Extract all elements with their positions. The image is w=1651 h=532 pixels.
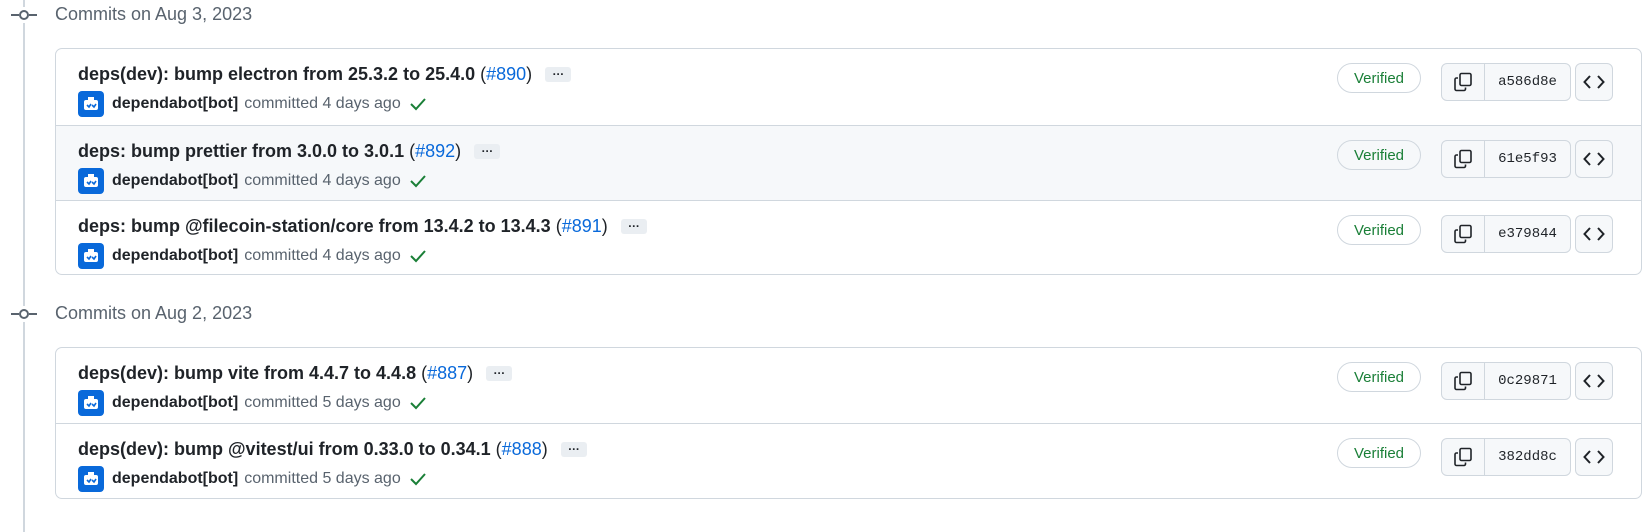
dependabot-avatar-icon[interactable]: [78, 168, 104, 194]
verified-badge[interactable]: Verified: [1337, 140, 1421, 170]
verified-badge[interactable]: Verified: [1337, 362, 1421, 392]
copy-icon[interactable]: [1442, 439, 1485, 475]
commit-sha-link[interactable]: 61e5f93: [1485, 141, 1570, 177]
commit-title-link[interactable]: deps: bump prettier from 3.0.0 to 3.0.1: [78, 141, 404, 162]
commit-row: deps: bump @filecoin-station/core from 1…: [56, 200, 1641, 274]
commit-meta: dependabot[bot] committed 4 days ago: [78, 168, 427, 194]
commit-message[interactable]: deps: bump @filecoin-station/core from 1…: [78, 216, 647, 237]
commit-row: deps(dev): bump vite from 4.4.7 to 4.4.8…: [56, 348, 1641, 423]
code-icon[interactable]: [1575, 140, 1613, 178]
copy-icon[interactable]: [1442, 64, 1485, 100]
commit-title-link[interactable]: deps(dev): bump electron from 25.3.2 to …: [78, 64, 475, 85]
commit-sha-link[interactable]: e379844: [1485, 216, 1570, 252]
check-icon[interactable]: [409, 174, 427, 188]
commit-meta: dependabot[bot] committed 4 days ago: [78, 91, 427, 117]
sha-button-group: 0c29871: [1441, 362, 1571, 400]
commit-time: committed 5 days ago: [244, 470, 401, 487]
commit-list: deps(dev): bump electron from 25.3.2 to …: [55, 48, 1642, 275]
copy-icon[interactable]: [1442, 141, 1485, 177]
commit-sha-link[interactable]: 0c29871: [1485, 363, 1570, 399]
dependabot-avatar-icon[interactable]: [78, 466, 104, 492]
paren: ): [526, 64, 533, 84]
commit-message[interactable]: deps(dev): bump @vitest/ui from 0.33.0 t…: [78, 439, 587, 460]
sha-button-group: 382dd8c: [1441, 438, 1571, 476]
group-date-title: Commits on Aug 3, 2023: [55, 4, 253, 24]
commit-row: deps(dev): bump @vitest/ui from 0.33.0 t…: [56, 423, 1641, 498]
pr-link[interactable]: #891: [562, 216, 602, 237]
code-icon[interactable]: [1575, 438, 1613, 476]
commit-time: committed 4 days ago: [244, 95, 401, 112]
copy-icon[interactable]: [1442, 363, 1485, 399]
commit-title-link[interactable]: deps(dev): bump vite from 4.4.7 to 4.4.8: [78, 363, 416, 384]
sha-button-group: a586d8e: [1441, 63, 1571, 101]
pr-link[interactable]: #888: [502, 439, 542, 460]
dependabot-avatar-icon[interactable]: [78, 390, 104, 416]
paren: ): [541, 439, 548, 459]
commit-meta: dependabot[bot] committed 5 days ago: [78, 466, 427, 492]
commit-message[interactable]: deps(dev): bump vite from 4.4.7 to 4.4.8…: [78, 363, 513, 384]
sha-button-group: e379844: [1441, 215, 1571, 253]
commit-title-link[interactable]: deps: bump @filecoin-station/core from 1…: [78, 216, 551, 237]
dependabot-avatar-icon[interactable]: [78, 243, 104, 269]
verified-badge[interactable]: Verified: [1337, 215, 1421, 245]
paren: ): [601, 216, 608, 236]
commit-message[interactable]: deps: bump prettier from 3.0.0 to 3.0.1 …: [78, 141, 501, 162]
commit-time: committed 4 days ago: [244, 172, 401, 189]
expand-message-button[interactable]: …: [560, 440, 587, 457]
commit-meta: dependabot[bot] committed 4 days ago: [78, 243, 427, 269]
pr-link[interactable]: #892: [415, 141, 455, 162]
group-date-title: Commits on Aug 2, 2023: [55, 303, 253, 323]
git-commit-icon: [11, 7, 37, 23]
commit-list: deps(dev): bump vite from 4.4.7 to 4.4.8…: [55, 347, 1642, 499]
commit-row: deps: bump prettier from 3.0.0 to 3.0.1 …: [56, 125, 1641, 200]
commit-sha-link[interactable]: 382dd8c: [1485, 439, 1570, 475]
verified-badge[interactable]: Verified: [1337, 63, 1421, 93]
commit-sha-link[interactable]: a586d8e: [1485, 64, 1570, 100]
expand-message-button[interactable]: …: [486, 364, 513, 381]
commit-title-link[interactable]: deps(dev): bump @vitest/ui from 0.33.0 t…: [78, 439, 491, 460]
expand-message-button[interactable]: …: [620, 217, 647, 234]
pr-link[interactable]: #890: [486, 64, 526, 85]
dependabot-avatar-icon[interactable]: [78, 91, 104, 117]
expand-message-button[interactable]: …: [545, 65, 572, 82]
commit-message[interactable]: deps(dev): bump electron from 25.3.2 to …: [78, 64, 572, 85]
author-link[interactable]: dependabot[bot]: [112, 470, 238, 488]
check-icon[interactable]: [409, 249, 427, 263]
check-icon[interactable]: [409, 472, 427, 486]
paren: ): [455, 141, 462, 161]
author-link[interactable]: dependabot[bot]: [112, 172, 238, 190]
paren: ): [467, 363, 474, 383]
code-icon[interactable]: [1575, 63, 1613, 101]
verified-badge[interactable]: Verified: [1337, 438, 1421, 468]
copy-icon[interactable]: [1442, 216, 1485, 252]
timeline-line: [23, 0, 25, 532]
check-icon[interactable]: [409, 396, 427, 410]
expand-message-button[interactable]: …: [474, 142, 501, 159]
check-icon[interactable]: [409, 97, 427, 111]
pr-link[interactable]: #887: [427, 363, 467, 384]
commit-meta: dependabot[bot] committed 5 days ago: [78, 390, 427, 416]
author-link[interactable]: dependabot[bot]: [112, 394, 238, 412]
commit-time: committed 5 days ago: [244, 394, 401, 411]
code-icon[interactable]: [1575, 215, 1613, 253]
code-icon[interactable]: [1575, 362, 1613, 400]
author-link[interactable]: dependabot[bot]: [112, 247, 238, 265]
author-link[interactable]: dependabot[bot]: [112, 95, 238, 113]
sha-button-group: 61e5f93: [1441, 140, 1571, 178]
commit-time: committed 4 days ago: [244, 247, 401, 264]
git-commit-icon: [11, 306, 37, 322]
commit-row: deps(dev): bump electron from 25.3.2 to …: [56, 49, 1641, 125]
